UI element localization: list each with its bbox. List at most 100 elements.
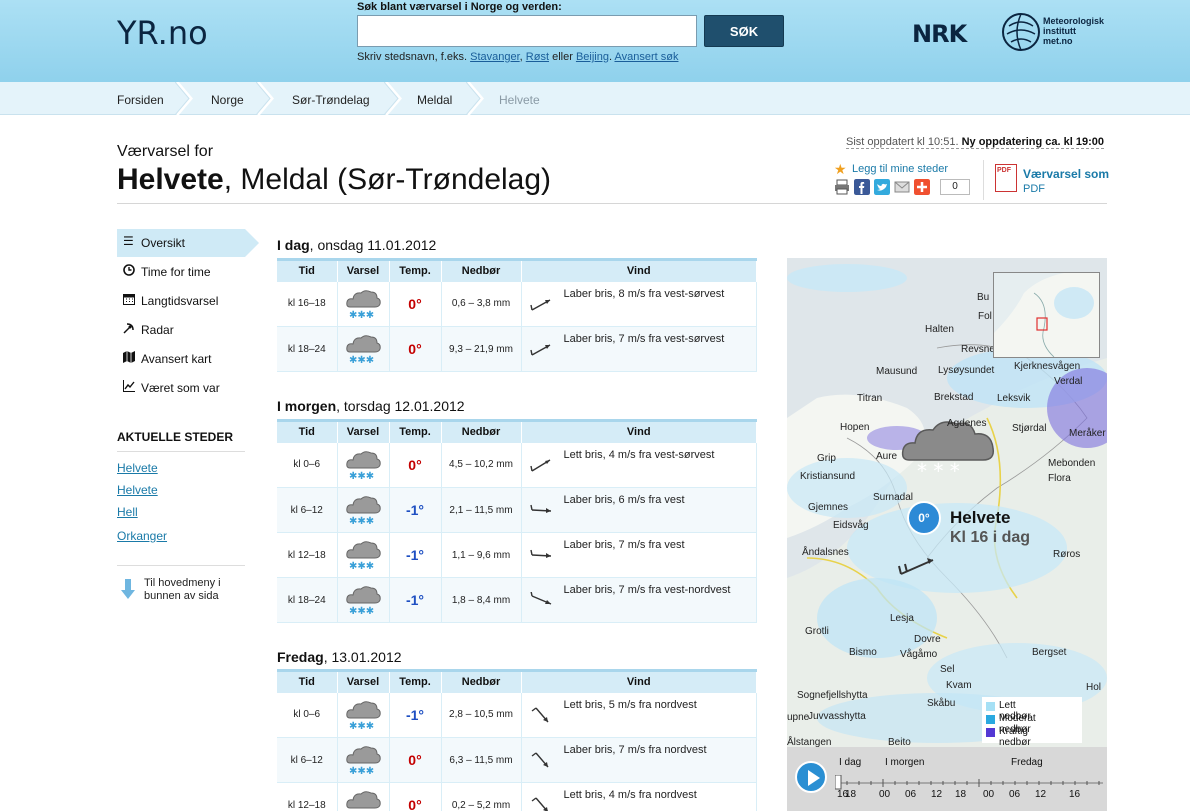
hint-link-beijing[interactable]: Beijing: [576, 51, 609, 63]
hint-link-stavanger[interactable]: Stavanger: [470, 51, 520, 63]
wind-text: Lett bris, 5 m/s fra nordvest: [563, 698, 697, 711]
timeline-label-tomorrow: I morgen: [885, 757, 925, 768]
col-header-varsel: Varsel: [337, 258, 390, 282]
wind-cell: Laber bris, 7 m/s fra nordvest: [521, 737, 757, 783]
forecast-symbol-cell: ✱✱✱: [337, 442, 390, 488]
wind-cell: Laber bris, 7 m/s fra vest: [521, 532, 757, 578]
place-link-helvete-2[interactable]: Helvete: [117, 483, 158, 497]
email-icon[interactable]: [894, 179, 910, 195]
svg-text:✱✱✱: ✱✱✱: [349, 471, 374, 480]
yr-logo[interactable]: YR.no: [117, 14, 208, 52]
hint-link-rost[interactable]: Røst: [526, 51, 549, 63]
day-heading: I dag, onsdag 11.01.2012: [277, 237, 436, 253]
map-place-name: Helvete: [950, 508, 1011, 527]
pdf-icon[interactable]: PDF: [995, 164, 1017, 192]
wind-text: Laber bris, 8 m/s fra vest-sørvest: [563, 287, 725, 300]
map-place-label: Meråker: [1069, 428, 1106, 439]
precipitation-cell: 1,8 – 8,4 mm: [441, 577, 522, 623]
precipitation-cell: 4,5 – 10,2 mm: [441, 442, 522, 488]
sidebar-item-time-for-time[interactable]: Time for time: [117, 258, 245, 286]
sidebar-item-radar[interactable]: Radar: [117, 316, 245, 344]
sidebar-item-langtidsvarsel[interactable]: Langtidsvarsel: [117, 287, 245, 315]
breadcrumb-norge[interactable]: Norge: [211, 93, 244, 107]
breadcrumb-meldal[interactable]: Meldal: [417, 93, 452, 107]
col-header-temp: Temp.: [389, 669, 442, 693]
svg-text:✱✱✱: ✱✱✱: [349, 355, 374, 364]
page-title: Helvete, Meldal (Sør-Trøndelag): [117, 163, 551, 197]
map-place-label: Røros: [1053, 549, 1081, 560]
table-row[interactable]: kl 6–12 ✱✱✱ 0° 6,3 – 11,5 mm Laber bris, 7 m…: [277, 737, 757, 783]
precipitation-cell: 2,8 – 10,5 mm: [441, 692, 522, 738]
timeline-label-friday: Fredag: [1011, 757, 1043, 768]
list-icon: ☰: [123, 234, 134, 248]
search-label: Søk blant værvarsel i Norge og verden:: [357, 1, 562, 13]
sidebar-item-label: Været som var: [141, 381, 220, 395]
calendar-icon: [123, 294, 135, 305]
table-row[interactable]: kl 12–18 ✱✱✱ 0°0,2 – 5,2 mm Lett bris, 4 m/…: [277, 782, 757, 811]
sidebar-item-oversikt[interactable]: ☰ Oversikt: [117, 229, 259, 257]
map-place-label: Grotli: [805, 626, 829, 637]
sidebar-item-avansert-kart[interactable]: Avansert kart: [117, 345, 245, 373]
map-place-label: Kristiansund: [800, 471, 856, 482]
col-header-temp: Temp.: [389, 258, 442, 282]
table-row[interactable]: kl 0–6 ✱✱✱ 0° 4,5 – 10,2 mm Lett bris, 4 m/s…: [277, 442, 757, 488]
table-row[interactable]: kl 12–18 ✱✱✱ -1° 1,1 – 9,6 mm Laber bris, 7 …: [277, 532, 757, 578]
time-cell: kl 6–12: [277, 487, 338, 533]
table-row[interactable]: kl 16–18 ✱✱✱ 0° 0,6 – 3,8 mm Laber bris, 8 m…: [277, 281, 757, 327]
place-link-orkanger[interactable]: Orkanger: [117, 529, 167, 543]
play-button[interactable]: [795, 761, 827, 793]
print-icon[interactable]: [834, 179, 850, 195]
time-cell: kl 16–18: [277, 281, 338, 327]
sidebar-item-varet-som-var[interactable]: Været som var: [117, 374, 245, 402]
to-main-menu-link[interactable]: Til hovedmeny i bunnen av sida: [144, 577, 244, 603]
met-line-3: met.no: [1043, 36, 1073, 46]
pdf-link[interactable]: Værvarsel som PDF: [1023, 167, 1109, 196]
snow-cloud-icon: ✱✱✱: [346, 450, 381, 480]
wind-arrow-icon: [529, 504, 551, 513]
wind-arrow-icon: [529, 458, 550, 472]
timeline-hour: 12: [1035, 789, 1047, 800]
breadcrumb-forsiden[interactable]: Forsiden: [117, 93, 164, 107]
map-place-label: Lysøysundet: [938, 365, 995, 376]
breadcrumb-sor-trondelag[interactable]: Sør-Trøndelag: [292, 93, 370, 107]
met-globe-icon[interactable]: [1001, 12, 1041, 52]
table-row[interactable]: kl 18–24 ✱✱✱ -1° 1,8 – 8,4 mm Laber bris, 7 …: [277, 577, 757, 623]
precipitation-cell: 0,2 – 5,2 mm: [441, 782, 522, 811]
share-plus-icon[interactable]: [914, 179, 930, 195]
place-link-helvete[interactable]: Helvete: [117, 461, 158, 475]
col-header-nedbor: Nedbør: [441, 669, 522, 693]
search-button[interactable]: SØK: [704, 15, 784, 47]
table-row[interactable]: kl 6–12 ✱✱✱ -1° 2,1 – 11,5 mm Laber bris, 6 …: [277, 487, 757, 533]
breadcrumb-separator-icon: [256, 82, 274, 115]
map-place-label: Mausund: [876, 366, 918, 377]
map-place-label: Verdal: [1054, 376, 1083, 387]
time-cell: kl 6–12: [277, 737, 338, 783]
facebook-icon[interactable]: [854, 179, 870, 195]
arrow-down-icon[interactable]: [121, 579, 135, 599]
place-region: , Meldal (Sør-Trøndelag): [223, 163, 552, 196]
add-favorite-link[interactable]: Legg til mine steder: [852, 163, 948, 175]
map-timeline[interactable]: I dag I morgen Fredag 16 18 00 06 12 18 00 06 12…: [787, 747, 1107, 811]
site-header: YR.no Søk blant værvarsel i Norge og ver…: [0, 0, 1190, 82]
timeline-hour: 06: [905, 789, 917, 800]
timeline-track[interactable]: [835, 775, 1103, 791]
advanced-search-link[interactable]: Avansert søk: [614, 51, 678, 63]
svg-text:✱✱✱: ✱✱✱: [349, 766, 374, 775]
twitter-icon[interactable]: [874, 179, 890, 195]
star-icon: ★: [834, 161, 847, 177]
temperature-cell: -1°: [389, 487, 442, 533]
table-row[interactable]: kl 0–6 ✱✱✱ -1° 2,8 – 10,5 mm Lett bris, 5 m/…: [277, 692, 757, 738]
time-cell: kl 12–18: [277, 782, 338, 811]
search-input[interactable]: [357, 15, 697, 47]
place-link-hell[interactable]: Hell: [117, 505, 138, 519]
wind-arrow-icon: [529, 344, 550, 356]
update-info[interactable]: Sist oppdatert kl 10:51. Ny oppdatering …: [846, 136, 1105, 149]
map-overview-inset[interactable]: [993, 272, 1100, 358]
map-place-label: Dovre: [914, 634, 941, 645]
map-place-label: Halten: [925, 324, 954, 335]
nrk-logo[interactable]: NRK: [912, 20, 967, 48]
day-heading: Fredag, 13.01.2012: [277, 649, 402, 665]
table-row[interactable]: kl 18–24 ✱✱✱ 0° 9,3 – 21,9 mm Laber bris, 7 …: [277, 326, 757, 372]
map-place-label: Hol: [1086, 682, 1102, 693]
divider: [983, 160, 984, 200]
